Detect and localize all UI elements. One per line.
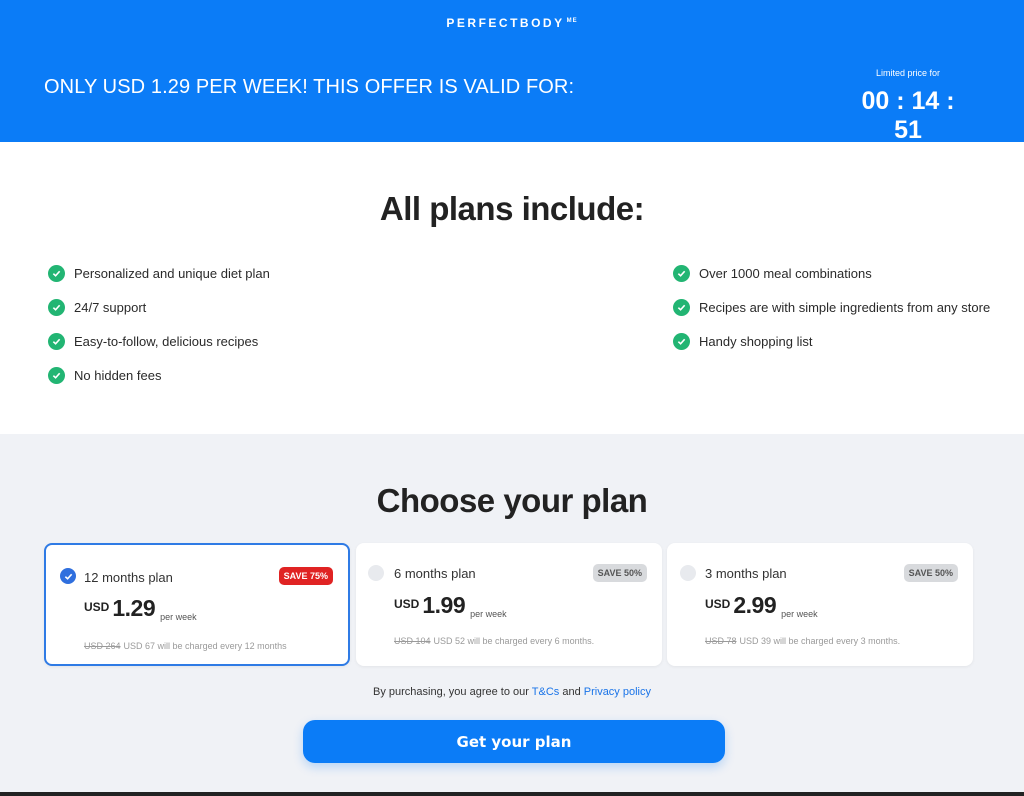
check-icon — [48, 332, 65, 350]
feature-label: Over 1000 meal combinations — [699, 265, 872, 281]
save-badge: SAVE 50% — [903, 564, 958, 582]
feature-label: Personalized and unique diet plan — [74, 265, 270, 281]
save-badge: SAVE 50% — [592, 564, 647, 582]
price-period: per week — [160, 612, 197, 622]
plan-card-6-months[interactable]: 6 months plan SAVE 50% USD 1.99 per week… — [356, 543, 662, 666]
radio-button[interactable] — [680, 565, 696, 581]
feature-label: No hidden fees — [74, 367, 162, 383]
billing-info: USD 78 USD 39 will be charged every 3 mon… — [705, 636, 900, 646]
feature-label: 24/7 support — [74, 299, 147, 315]
billing-info: USD 104 USD 52 will be charged every 6 mo… — [394, 636, 594, 646]
countdown-timer: 00 : 14 : 51 — [861, 87, 955, 144]
timer-caption: Limited price for — [875, 68, 941, 78]
radio-button[interactable] — [368, 565, 384, 581]
billing-info: USD 264 USD 67 will be charged every 12 m… — [84, 641, 287, 651]
feature-label: Handy shopping list — [699, 333, 813, 349]
price-amount: 2.99 — [733, 592, 777, 618]
features-title: All plans include: — [379, 190, 645, 227]
plans-title: Choose your plan — [376, 482, 648, 519]
feature-item: Handy shopping list — [673, 324, 990, 358]
feature-item: No hidden fees — [48, 358, 270, 392]
feature-item: 24/7 support — [48, 290, 270, 324]
plan-price: USD 1.29 per week — [84, 595, 197, 623]
selected-check-icon[interactable] — [60, 568, 76, 584]
check-icon — [48, 366, 65, 384]
plan-name: 12 months plan — [84, 570, 173, 585]
save-badge: SAVE 75% — [278, 567, 333, 585]
privacy-policy-link[interactable]: Privacy policy — [584, 686, 651, 698]
offer-text: ONLY USD 1.29 PER WEEK! THIS OFFER IS VA… — [44, 76, 575, 98]
old-price: USD 78 — [705, 636, 737, 646]
features-left-list: Personalized and unique diet plan 24/7 s… — [48, 256, 270, 392]
logo[interactable]: PERFECTBODY ME — [0, 16, 1024, 30]
price-amount: 1.29 — [112, 595, 156, 621]
terms-prefix: By purchasing, you agree to our — [372, 686, 532, 698]
price-currency: USD — [84, 600, 110, 614]
feature-label: Easy-to-follow, delicious recipes — [74, 333, 259, 349]
get-plan-button[interactable]: Get your plan — [303, 720, 725, 763]
price-period: per week — [781, 609, 818, 619]
plan-price: USD 2.99 per week — [705, 592, 818, 620]
check-icon — [48, 264, 65, 282]
check-icon — [673, 264, 690, 282]
feature-item: Over 1000 meal combinations — [673, 256, 990, 290]
logo-sup: ME — [566, 18, 578, 24]
old-price: USD 264 — [84, 641, 121, 651]
plan-name: 3 months plan — [705, 566, 787, 581]
tcs-link[interactable]: T&Cs — [532, 686, 560, 698]
offer-banner: PERFECTBODY ME ONLY USD 1.29 PER WEEK! TH… — [0, 0, 1024, 144]
terms-and: and — [559, 686, 584, 698]
price-currency: USD — [394, 597, 420, 611]
logo-text: PERFECTBODY — [446, 16, 565, 30]
check-icon — [673, 298, 690, 316]
terms-notice: By purchasing, you agree to our T&Cs and… — [0, 686, 1024, 698]
billing-text: USD 67 will be charged every 12 months — [123, 641, 287, 651]
feature-label: Recipes are with simple ingredients from… — [699, 299, 991, 315]
billing-text: USD 52 will be charged every 6 months. — [433, 636, 595, 646]
check-icon — [48, 298, 65, 316]
features-section: All plans include: Personalized and uniq… — [0, 142, 1024, 434]
bottom-divider — [0, 792, 1024, 796]
plan-card-3-months[interactable]: 3 months plan SAVE 50% USD 2.99 per week… — [667, 543, 973, 666]
feature-item: Personalized and unique diet plan — [48, 256, 270, 290]
feature-item: Easy-to-follow, delicious recipes — [48, 324, 270, 358]
features-right-list: Over 1000 meal combinations Recipes are … — [673, 256, 990, 358]
plan-price: USD 1.99 per week — [394, 592, 507, 620]
old-price: USD 104 — [394, 636, 431, 646]
plan-card-12-months[interactable]: 12 months plan SAVE 75% USD 1.29 per wee… — [44, 543, 350, 666]
feature-item: Recipes are with simple ingredients from… — [673, 290, 990, 324]
check-icon — [673, 332, 690, 350]
billing-text: USD 39 will be charged every 3 months. — [739, 636, 901, 646]
price-currency: USD — [705, 597, 731, 611]
plan-name: 6 months plan — [394, 566, 476, 581]
price-period: per week — [470, 609, 507, 619]
price-amount: 1.99 — [422, 592, 466, 618]
